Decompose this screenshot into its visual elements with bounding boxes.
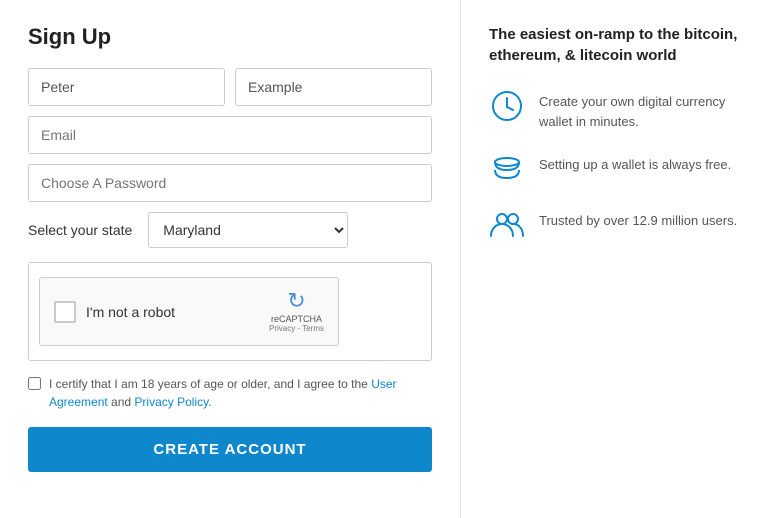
terms-row: I certify that I am 18 years of age or o… xyxy=(28,375,432,411)
captcha-label: I'm not a robot xyxy=(86,304,175,320)
feature-list: Create your own digital currency wallet … xyxy=(489,88,751,243)
email-group xyxy=(28,116,432,154)
feature-text-free: Setting up a wallet is always free. xyxy=(539,151,731,175)
last-name-input[interactable] xyxy=(235,68,432,106)
page-title: Sign Up xyxy=(28,24,432,50)
state-label: Select your state xyxy=(28,222,132,238)
feature-item-free: Setting up a wallet is always free. xyxy=(489,151,751,187)
feature-text-trusted: Trusted by over 12.9 million users. xyxy=(539,207,737,231)
feature-item-trusted: Trusted by over 12.9 million users. xyxy=(489,207,751,243)
captcha-widget[interactable]: I'm not a robot ↻ reCAPTCHA Privacy - Te… xyxy=(39,277,339,346)
first-name-input[interactable] xyxy=(28,68,225,106)
feature-item-wallet: Create your own digital currency wallet … xyxy=(489,88,751,131)
password-input[interactable] xyxy=(28,164,432,202)
terms-text: I certify that I am 18 years of age or o… xyxy=(49,375,432,411)
stack-icon xyxy=(489,151,525,187)
state-row: Select your state Maryland Alabama Alask… xyxy=(28,212,432,248)
terms-checkbox[interactable] xyxy=(28,377,41,390)
users-icon xyxy=(489,207,525,243)
password-group xyxy=(28,164,432,202)
right-panel: The easiest on-ramp to the bitcoin, ethe… xyxy=(460,0,779,518)
right-tagline: The easiest on-ramp to the bitcoin, ethe… xyxy=(489,24,751,66)
captcha-left: I'm not a robot xyxy=(54,301,175,323)
captcha-links[interactable]: Privacy - Terms xyxy=(269,324,324,333)
recaptcha-logo-icon: ↻ xyxy=(269,290,324,312)
create-account-button[interactable]: CREATE ACCOUNT xyxy=(28,427,432,472)
name-row xyxy=(28,68,432,106)
left-panel: Sign Up Select your state Maryland Alaba… xyxy=(0,0,460,518)
privacy-policy-link[interactable]: Privacy Policy xyxy=(134,395,208,409)
captcha-container: I'm not a robot ↻ reCAPTCHA Privacy - Te… xyxy=(28,262,432,361)
clock-icon xyxy=(489,88,525,124)
captcha-brand: reCAPTCHA xyxy=(269,314,324,324)
captcha-checkbox[interactable] xyxy=(54,301,76,323)
feature-text-wallet: Create your own digital currency wallet … xyxy=(539,88,751,131)
captcha-right: ↻ reCAPTCHA Privacy - Terms xyxy=(269,290,324,333)
state-select[interactable]: Maryland Alabama Alaska Arizona Californ… xyxy=(148,212,348,248)
email-input[interactable] xyxy=(28,116,432,154)
